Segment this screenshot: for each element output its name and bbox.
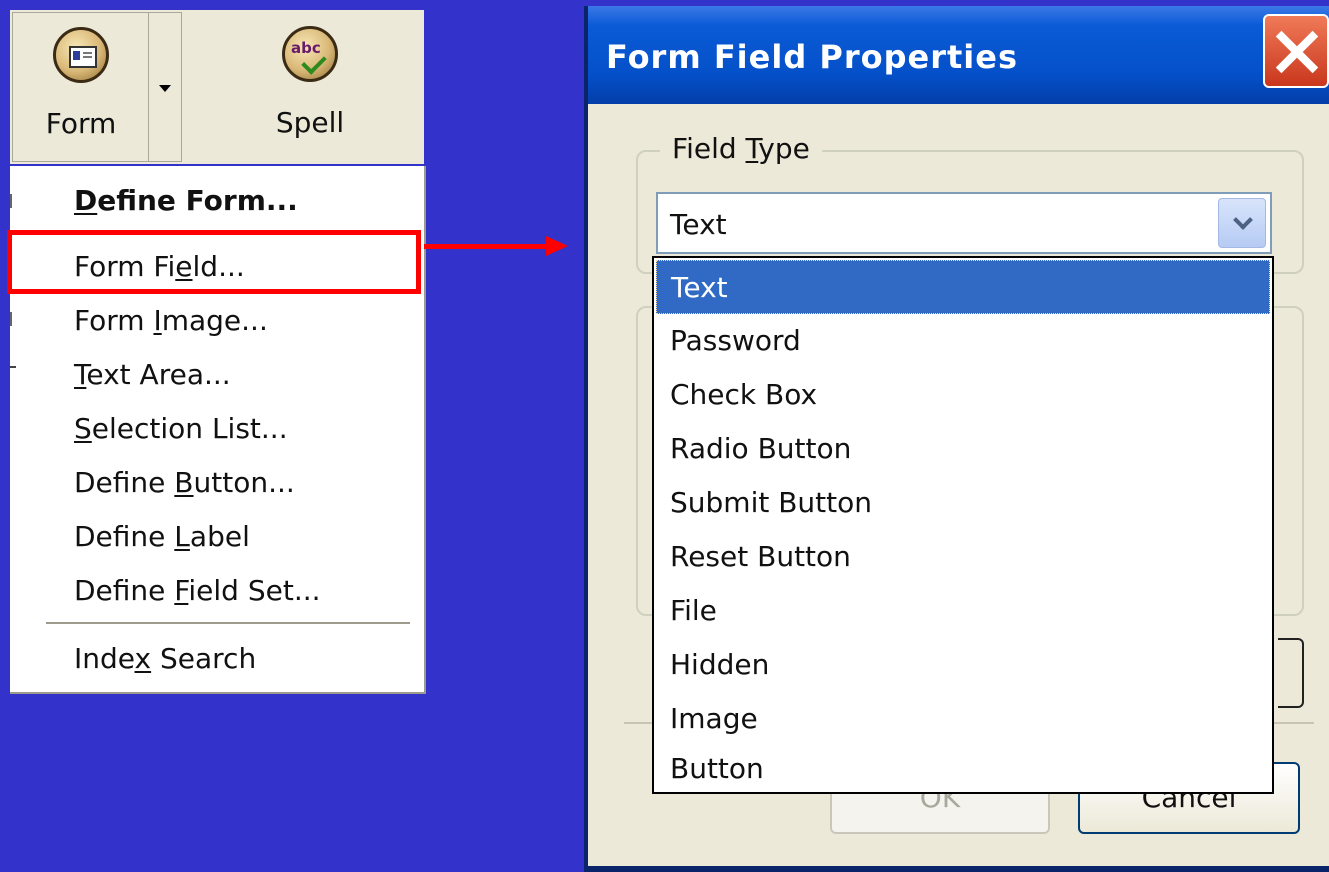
field-type-options-list: Text Password Check Box Radio Button Sub…	[652, 256, 1274, 794]
field-type-select[interactable]: Text	[656, 192, 1272, 254]
menu-item-selection-list[interactable]: Selection List...	[74, 412, 288, 445]
menu-item-define-button[interactable]: Define Button...	[74, 466, 295, 499]
red-arrow-icon	[424, 244, 548, 249]
menu-item-define-field-set[interactable]: Define Field Set...	[74, 574, 321, 607]
spell-check-icon: abc	[282, 26, 338, 82]
option-button[interactable]: Button	[656, 742, 1270, 796]
option-reset-button[interactable]: Reset Button	[656, 530, 1270, 584]
dropdown-arrow-icon	[159, 85, 171, 92]
close-icon[interactable]	[1263, 14, 1329, 88]
dialog-bottom-border	[588, 866, 1329, 872]
option-password[interactable]: Password	[656, 314, 1270, 368]
spell-button[interactable]: abc Spell	[242, 12, 378, 160]
combo-arrow-icon[interactable]	[1218, 198, 1266, 248]
hidden-button-edge	[1278, 638, 1304, 708]
option-radio-button[interactable]: Radio Button	[656, 422, 1270, 476]
option-hidden[interactable]: Hidden	[656, 638, 1270, 692]
highlight-box	[7, 230, 421, 294]
toolbar: Form abc Spell	[10, 10, 424, 164]
spell-button-label: Spell	[275, 106, 345, 139]
dialog-title: Form Field Properties	[606, 38, 1018, 76]
form-dropdown-button[interactable]	[148, 12, 182, 162]
field-type-label: Field Type	[660, 132, 822, 165]
menu-separator	[46, 622, 410, 625]
menu-item-index-search[interactable]: Index Search	[74, 642, 256, 675]
option-image[interactable]: Image	[656, 692, 1270, 746]
menu-item-define-label[interactable]: Define Label	[74, 520, 250, 553]
form-button-label: Form	[45, 107, 117, 140]
dialog-titlebar[interactable]: Form Field Properties	[588, 6, 1329, 104]
option-text[interactable]: Text	[656, 260, 1270, 314]
menu-item-text-area[interactable]: Text Area...	[74, 358, 231, 391]
option-submit-button[interactable]: Submit Button	[656, 476, 1270, 530]
menu-item-define-form[interactable]: Define Form...	[74, 184, 298, 217]
form-button[interactable]: Form	[12, 12, 149, 162]
option-file[interactable]: File	[656, 584, 1270, 638]
field-type-select-value: Text	[670, 208, 727, 241]
form-icon	[53, 27, 109, 83]
option-check-box[interactable]: Check Box	[656, 368, 1270, 422]
red-arrow-head-icon	[546, 236, 568, 256]
menu-item-form-image[interactable]: Form Image...	[74, 304, 268, 337]
